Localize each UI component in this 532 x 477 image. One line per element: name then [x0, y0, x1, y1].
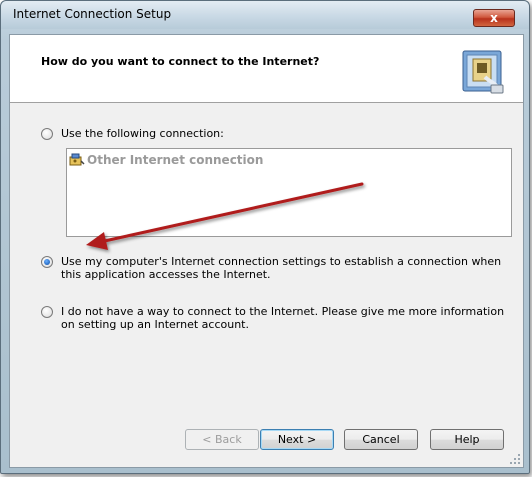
annotation-arrow — [86, 182, 364, 250]
